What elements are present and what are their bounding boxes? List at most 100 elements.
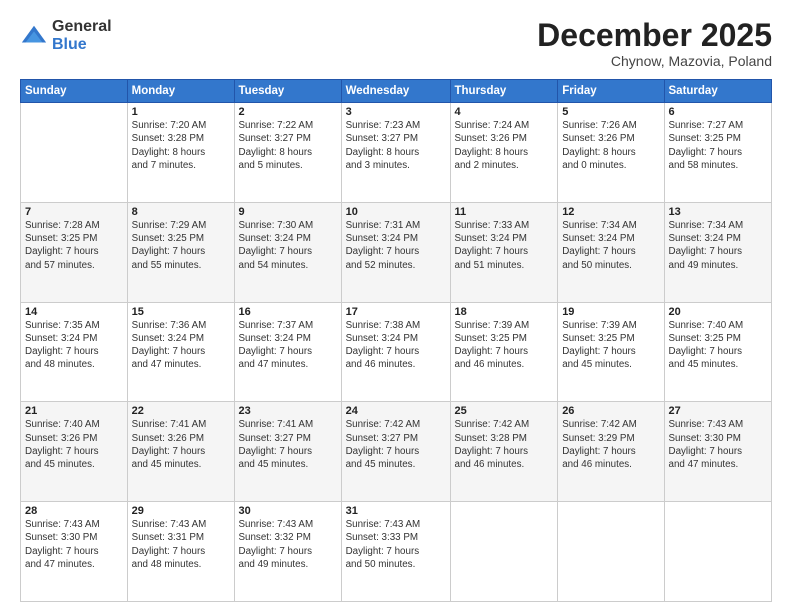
- calendar-cell: 20Sunrise: 7:40 AM Sunset: 3:25 PM Dayli…: [664, 302, 772, 402]
- calendar-cell: 12Sunrise: 7:34 AM Sunset: 3:24 PM Dayli…: [558, 202, 664, 302]
- logo-icon: [20, 22, 48, 50]
- day-info: Sunrise: 7:34 AM Sunset: 3:24 PM Dayligh…: [562, 219, 659, 272]
- day-number: 22: [132, 405, 230, 417]
- calendar-header-wednesday: Wednesday: [341, 80, 450, 103]
- day-number: 11: [455, 206, 554, 218]
- day-number: 28: [25, 505, 123, 517]
- calendar-cell: 1Sunrise: 7:20 AM Sunset: 3:28 PM Daylig…: [127, 103, 234, 203]
- calendar-cell: 27Sunrise: 7:43 AM Sunset: 3:30 PM Dayli…: [664, 402, 772, 502]
- day-info: Sunrise: 7:43 AM Sunset: 3:30 PM Dayligh…: [669, 418, 768, 471]
- calendar-cell: 22Sunrise: 7:41 AM Sunset: 3:26 PM Dayli…: [127, 402, 234, 502]
- day-info: Sunrise: 7:43 AM Sunset: 3:30 PM Dayligh…: [25, 518, 123, 571]
- day-info: Sunrise: 7:38 AM Sunset: 3:24 PM Dayligh…: [346, 319, 446, 372]
- calendar-cell: 15Sunrise: 7:36 AM Sunset: 3:24 PM Dayli…: [127, 302, 234, 402]
- day-info: Sunrise: 7:40 AM Sunset: 3:26 PM Dayligh…: [25, 418, 123, 471]
- day-number: 10: [346, 206, 446, 218]
- day-info: Sunrise: 7:40 AM Sunset: 3:25 PM Dayligh…: [669, 319, 768, 372]
- day-info: Sunrise: 7:26 AM Sunset: 3:26 PM Dayligh…: [562, 119, 659, 172]
- day-number: 20: [669, 306, 768, 318]
- day-info: Sunrise: 7:39 AM Sunset: 3:25 PM Dayligh…: [562, 319, 659, 372]
- day-number: 12: [562, 206, 659, 218]
- calendar-cell: 23Sunrise: 7:41 AM Sunset: 3:27 PM Dayli…: [234, 402, 341, 502]
- day-number: 1: [132, 106, 230, 118]
- day-info: Sunrise: 7:23 AM Sunset: 3:27 PM Dayligh…: [346, 119, 446, 172]
- day-number: 6: [669, 106, 768, 118]
- calendar-week-row: 14Sunrise: 7:35 AM Sunset: 3:24 PM Dayli…: [21, 302, 772, 402]
- day-info: Sunrise: 7:41 AM Sunset: 3:26 PM Dayligh…: [132, 418, 230, 471]
- day-info: Sunrise: 7:22 AM Sunset: 3:27 PM Dayligh…: [239, 119, 337, 172]
- day-number: 23: [239, 405, 337, 417]
- day-number: 18: [455, 306, 554, 318]
- calendar-cell: 7Sunrise: 7:28 AM Sunset: 3:25 PM Daylig…: [21, 202, 128, 302]
- logo-general: General: [52, 18, 112, 36]
- calendar-cell: [664, 502, 772, 602]
- calendar-cell: 13Sunrise: 7:34 AM Sunset: 3:24 PM Dayli…: [664, 202, 772, 302]
- title-block: December 2025 Chynow, Mazovia, Poland: [537, 18, 772, 69]
- day-number: 25: [455, 405, 554, 417]
- calendar-cell: 3Sunrise: 7:23 AM Sunset: 3:27 PM Daylig…: [341, 103, 450, 203]
- calendar-cell: 16Sunrise: 7:37 AM Sunset: 3:24 PM Dayli…: [234, 302, 341, 402]
- day-info: Sunrise: 7:20 AM Sunset: 3:28 PM Dayligh…: [132, 119, 230, 172]
- day-info: Sunrise: 7:29 AM Sunset: 3:25 PM Dayligh…: [132, 219, 230, 272]
- day-number: 13: [669, 206, 768, 218]
- day-info: Sunrise: 7:34 AM Sunset: 3:24 PM Dayligh…: [669, 219, 768, 272]
- calendar-cell: 4Sunrise: 7:24 AM Sunset: 3:26 PM Daylig…: [450, 103, 558, 203]
- day-number: 14: [25, 306, 123, 318]
- day-number: 24: [346, 405, 446, 417]
- calendar-cell: [21, 103, 128, 203]
- calendar-header-tuesday: Tuesday: [234, 80, 341, 103]
- day-info: Sunrise: 7:27 AM Sunset: 3:25 PM Dayligh…: [669, 119, 768, 172]
- calendar-header-thursday: Thursday: [450, 80, 558, 103]
- calendar-cell: 6Sunrise: 7:27 AM Sunset: 3:25 PM Daylig…: [664, 103, 772, 203]
- day-info: Sunrise: 7:39 AM Sunset: 3:25 PM Dayligh…: [455, 319, 554, 372]
- day-info: Sunrise: 7:37 AM Sunset: 3:24 PM Dayligh…: [239, 319, 337, 372]
- day-number: 17: [346, 306, 446, 318]
- day-info: Sunrise: 7:42 AM Sunset: 3:27 PM Dayligh…: [346, 418, 446, 471]
- calendar-cell: 31Sunrise: 7:43 AM Sunset: 3:33 PM Dayli…: [341, 502, 450, 602]
- calendar-cell: 17Sunrise: 7:38 AM Sunset: 3:24 PM Dayli…: [341, 302, 450, 402]
- day-number: 16: [239, 306, 337, 318]
- calendar-cell: [558, 502, 664, 602]
- calendar-week-row: 1Sunrise: 7:20 AM Sunset: 3:28 PM Daylig…: [21, 103, 772, 203]
- calendar-header-saturday: Saturday: [664, 80, 772, 103]
- page: General Blue December 2025 Chynow, Mazov…: [0, 0, 792, 612]
- day-number: 31: [346, 505, 446, 517]
- calendar-header-sunday: Sunday: [21, 80, 128, 103]
- calendar-cell: 30Sunrise: 7:43 AM Sunset: 3:32 PM Dayli…: [234, 502, 341, 602]
- calendar-cell: 10Sunrise: 7:31 AM Sunset: 3:24 PM Dayli…: [341, 202, 450, 302]
- calendar-header-friday: Friday: [558, 80, 664, 103]
- calendar-header-monday: Monday: [127, 80, 234, 103]
- logo-text: General Blue: [52, 18, 112, 53]
- day-number: 29: [132, 505, 230, 517]
- calendar-week-row: 28Sunrise: 7:43 AM Sunset: 3:30 PM Dayli…: [21, 502, 772, 602]
- day-info: Sunrise: 7:42 AM Sunset: 3:29 PM Dayligh…: [562, 418, 659, 471]
- logo-blue: Blue: [52, 36, 112, 54]
- calendar-cell: 8Sunrise: 7:29 AM Sunset: 3:25 PM Daylig…: [127, 202, 234, 302]
- day-number: 7: [25, 206, 123, 218]
- calendar-cell: 26Sunrise: 7:42 AM Sunset: 3:29 PM Dayli…: [558, 402, 664, 502]
- calendar-cell: [450, 502, 558, 602]
- header: General Blue December 2025 Chynow, Mazov…: [20, 18, 772, 69]
- day-number: 9: [239, 206, 337, 218]
- logo: General Blue: [20, 18, 112, 53]
- day-number: 27: [669, 405, 768, 417]
- day-info: Sunrise: 7:41 AM Sunset: 3:27 PM Dayligh…: [239, 418, 337, 471]
- calendar-cell: 11Sunrise: 7:33 AM Sunset: 3:24 PM Dayli…: [450, 202, 558, 302]
- calendar-cell: 14Sunrise: 7:35 AM Sunset: 3:24 PM Dayli…: [21, 302, 128, 402]
- day-number: 21: [25, 405, 123, 417]
- calendar-table: SundayMondayTuesdayWednesdayThursdayFrid…: [20, 79, 772, 602]
- day-info: Sunrise: 7:36 AM Sunset: 3:24 PM Dayligh…: [132, 319, 230, 372]
- day-info: Sunrise: 7:35 AM Sunset: 3:24 PM Dayligh…: [25, 319, 123, 372]
- day-info: Sunrise: 7:31 AM Sunset: 3:24 PM Dayligh…: [346, 219, 446, 272]
- day-number: 5: [562, 106, 659, 118]
- day-number: 30: [239, 505, 337, 517]
- calendar-header-row: SundayMondayTuesdayWednesdayThursdayFrid…: [21, 80, 772, 103]
- calendar-cell: 28Sunrise: 7:43 AM Sunset: 3:30 PM Dayli…: [21, 502, 128, 602]
- calendar-cell: 24Sunrise: 7:42 AM Sunset: 3:27 PM Dayli…: [341, 402, 450, 502]
- day-info: Sunrise: 7:43 AM Sunset: 3:32 PM Dayligh…: [239, 518, 337, 571]
- day-info: Sunrise: 7:33 AM Sunset: 3:24 PM Dayligh…: [455, 219, 554, 272]
- day-info: Sunrise: 7:24 AM Sunset: 3:26 PM Dayligh…: [455, 119, 554, 172]
- day-number: 8: [132, 206, 230, 218]
- day-number: 4: [455, 106, 554, 118]
- calendar-cell: 5Sunrise: 7:26 AM Sunset: 3:26 PM Daylig…: [558, 103, 664, 203]
